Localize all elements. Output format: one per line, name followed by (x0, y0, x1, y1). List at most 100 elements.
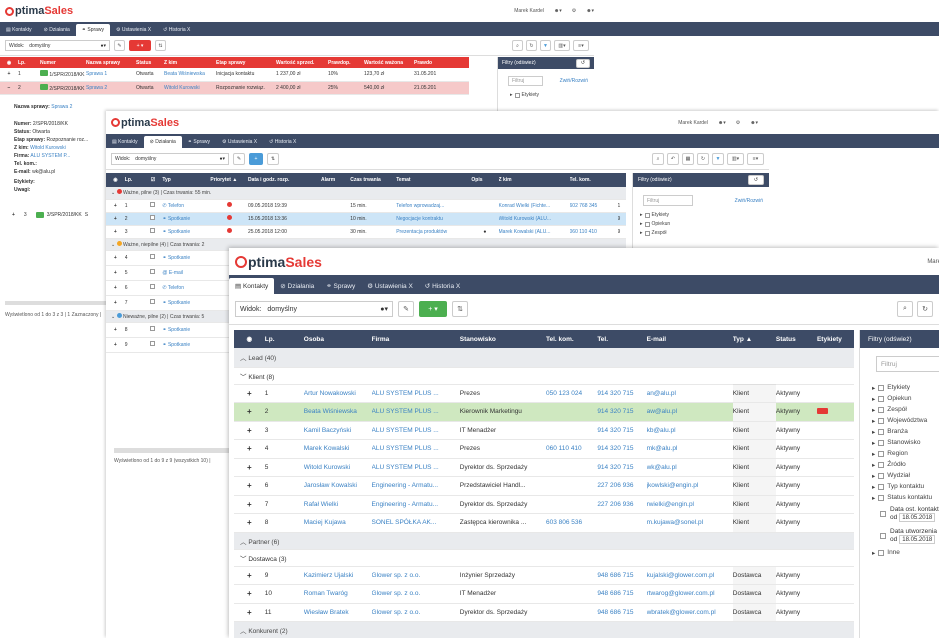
filter-item[interactable]: ▸ Etykiety (872, 382, 939, 393)
sort-button[interactable]: ⇅ (452, 301, 468, 317)
col-header[interactable]: Status (136, 57, 164, 68)
expand-icon[interactable]: + (0, 68, 18, 82)
row-checkbox[interactable] (143, 337, 163, 353)
expand-icon[interactable]: + (234, 439, 265, 459)
col-header[interactable]: Temat (396, 173, 472, 187)
col-header[interactable]: Alarm (321, 173, 351, 187)
tab-kontakty[interactable]: ▤ Kontakty (229, 278, 275, 294)
date-input[interactable]: 18.05.2018 (899, 535, 936, 544)
settings-icon[interactable]: ⚙ (572, 8, 576, 14)
calendar-button[interactable]: ▦ (682, 152, 694, 165)
cell-tel[interactable]: 948 686 715 (597, 584, 647, 604)
tab-ustawienia[interactable]: ⚙ Ustawienia X (361, 278, 419, 294)
checkbox[interactable] (878, 417, 885, 424)
columns-button[interactable]: ▥▾ (554, 40, 570, 51)
settings-icon[interactable]: ⚙ (736, 120, 740, 126)
cell-email[interactable]: rtwarog@glower.com.pl (646, 584, 733, 604)
tab-historia[interactable]: ↺ Historia X (263, 136, 302, 148)
col-header[interactable]: Nazwa sprawy (86, 57, 136, 68)
table-row[interactable]: +1 ✆ Telefon 09.05.2018 19:39 15 min. Te… (106, 199, 626, 213)
col-header[interactable]: Wartość sprzed. (276, 57, 328, 68)
user-icon[interactable]: ☻▾ (554, 8, 562, 14)
checkbox[interactable] (878, 395, 885, 402)
expand-icon[interactable]: + (12, 212, 15, 218)
col-header[interactable]: Firma (371, 330, 460, 348)
checkbox[interactable] (878, 472, 885, 479)
col-header[interactable]: Etykiety (816, 330, 854, 348)
table-row[interactable]: +4 Marek Kowalski ALU SYSTEM PLUS ... Preze… (234, 439, 854, 459)
cell-osoba[interactable]: Rafał Wielki (303, 495, 372, 514)
table-row[interactable]: + 3 3/SPR/2018/KK S (0, 208, 106, 221)
cell-tel[interactable]: 227 206 936 (597, 476, 647, 496)
tab-dzialania[interactable]: ⊘ Działania (38, 24, 76, 36)
checkbox[interactable] (878, 406, 885, 413)
col-header[interactable]: Czas trwania (350, 173, 397, 187)
cell-firma[interactable]: Glower sp. z o.o. (371, 603, 460, 622)
cell-email[interactable]: mk@alu.pl (646, 439, 733, 459)
filter-item[interactable]: ▸ Inne (872, 547, 939, 558)
cell-email[interactable]: aw@alu.pl (646, 402, 733, 422)
filter-item[interactable]: ▸ Status kontaktu (872, 492, 939, 503)
chevron-down-icon[interactable]: ﹀ (240, 556, 247, 563)
table-row[interactable]: +9 Kazimierz Ujalski Glower sp. z o.o. Inży… (234, 566, 854, 585)
cell-firma[interactable]: Engineering - Armatu... (371, 495, 460, 514)
filter-button[interactable]: ▼ (712, 152, 724, 165)
reset-icon[interactable]: ↺ (576, 58, 590, 68)
columns-button[interactable]: ▥▾ (727, 152, 744, 165)
expand-icon[interactable]: + (106, 250, 125, 266)
checkbox[interactable] (644, 221, 650, 227)
checkbox[interactable] (880, 533, 886, 539)
cell-name[interactable]: Sprawa 1 (86, 68, 136, 82)
cell-osoba[interactable]: Kamil Baczyński (303, 421, 372, 440)
expand-icon[interactable]: + (106, 225, 125, 239)
col-header[interactable]: Prawdop. (328, 57, 364, 68)
refresh-button[interactable]: ↻ (917, 301, 933, 317)
expand-icon[interactable]: + (234, 458, 265, 477)
cell-tel-kom[interactable] (546, 476, 598, 496)
expand-icon[interactable]: + (106, 337, 125, 353)
view-select[interactable]: Widok: domyślny ●▾ (235, 301, 393, 317)
col-header[interactable]: Tel. (597, 330, 647, 348)
col-header[interactable]: Lp. (264, 330, 304, 348)
cell-osoba[interactable]: Witold Kurowski (303, 458, 372, 477)
checkbox-header-icon[interactable]: ☑ (143, 173, 163, 187)
collapse-link[interactable]: Zwiń/Rozwiń (735, 198, 763, 204)
checkbox[interactable] (514, 92, 520, 98)
col-header[interactable]: Etap sprawy (216, 57, 276, 68)
filter-item[interactable]: ▸ Branża (872, 426, 939, 437)
filter-item[interactable]: ▸ Województwa (872, 415, 939, 426)
group-row[interactable]: ︿ Lead (40) (234, 348, 854, 368)
cell-tel[interactable]: 914 320 715 (597, 421, 647, 440)
cell-email[interactable]: rwielki@engin.pl (646, 495, 733, 514)
expand-icon[interactable]: + (106, 199, 125, 213)
col-header[interactable]: Typ (162, 173, 211, 187)
tab-ustawienia[interactable]: ⚙ Ustawienia X (110, 24, 157, 36)
table-row[interactable]: +1 Artur Nowakowski ALU SYSTEM PLUS ... Pre… (234, 384, 854, 403)
table-row[interactable]: +7 Rafał Wielki Engineering - Armatu... Dyr… (234, 495, 854, 514)
cell-temat[interactable]: Prezentacja produktów (396, 225, 472, 239)
cell-osoba[interactable]: Maciej Kujawa (303, 513, 372, 533)
tab-kontakty[interactable]: ▤ Kontakty (106, 136, 144, 148)
checkbox[interactable] (878, 461, 885, 468)
expand-icon[interactable]: + (106, 322, 125, 338)
chevron-up-icon[interactable]: ︿ (240, 539, 247, 546)
filter-item[interactable]: ▸ Typ kontaktu (872, 481, 939, 492)
info-icon[interactable]: ● (471, 225, 499, 239)
cell-tel[interactable]: 914 320 715 (597, 458, 647, 477)
expand-icon[interactable]: + (234, 476, 265, 496)
cell-email[interactable]: an@alu.pl (646, 384, 733, 403)
table-row-selected[interactable]: +2 ⚭ Spotkanie 15.05.2018 13:36 10 min. … (106, 212, 626, 226)
group-row[interactable]: ︿ Partner (6) (234, 532, 854, 550)
col-header[interactable]: Status (775, 330, 817, 348)
detail-value[interactable]: Witold Kurowski (30, 145, 66, 151)
detail-value[interactable]: ALU SYSTEM P... (30, 153, 70, 159)
chevron-up-icon[interactable]: ︿ (240, 355, 247, 362)
filter-item[interactable]: ▸ Etykiety (633, 206, 769, 218)
row-checkbox[interactable] (143, 265, 163, 281)
filter-item[interactable]: ▸ Wydział (872, 470, 939, 481)
col-header[interactable]: Wartość ważona (364, 57, 414, 68)
expand-icon[interactable]: + (106, 265, 125, 281)
expand-icon[interactable]: + (106, 212, 125, 226)
filters-title[interactable]: Filtry (odśwież) (868, 336, 912, 343)
cell-tel[interactable] (569, 212, 618, 226)
